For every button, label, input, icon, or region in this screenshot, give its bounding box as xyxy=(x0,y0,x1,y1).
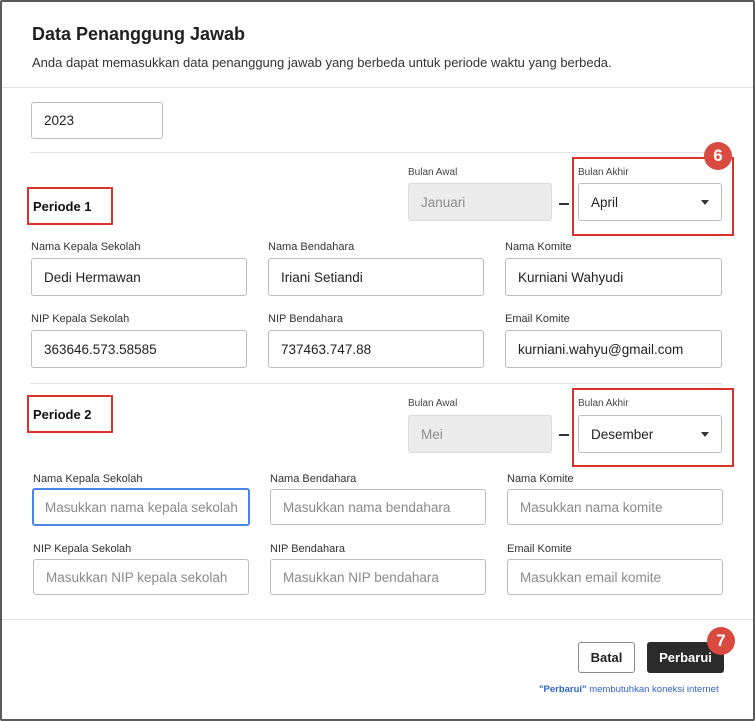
range-dash xyxy=(559,203,569,205)
label-nama-komite: Nama Komite xyxy=(507,473,574,485)
periode-2-nip-kepala-sekolah-input[interactable]: Masukkan NIP kepala sekolah xyxy=(33,559,249,595)
year-input[interactable]: 2023 xyxy=(31,102,163,139)
label-nip-bendahara: NIP Bendahara xyxy=(270,543,346,555)
dialog-header: Data Penanggung Jawab Anda dapat memasuk… xyxy=(2,2,753,88)
label-nama-komite: Nama Komite xyxy=(505,241,572,253)
periode-1-nip-kepala-sekolah-input[interactable]: 363646.573.58585 xyxy=(31,330,247,368)
periode-2-email-komite-input[interactable]: Masukkan email komite xyxy=(507,559,723,595)
caret-down-icon xyxy=(701,200,709,205)
internet-required-note: "Perbarui" membutuhkan koneksi internet xyxy=(539,684,719,695)
bulan-awal-label: Bulan Awal xyxy=(408,167,458,178)
dialog-subtitle: Anda dapat memasukkan data penanggung ja… xyxy=(32,55,612,70)
bulan-awal-label: Bulan Awal xyxy=(408,398,458,409)
divider xyxy=(30,383,722,384)
label-email-komite: Email Komite xyxy=(505,313,570,325)
periode-2-bulan-awal-field: Mei xyxy=(408,415,552,453)
periode-2-bulan-akhir-select[interactable]: Desember xyxy=(578,415,722,453)
periode-2-title: Periode 2 xyxy=(33,407,92,422)
periode-1-nama-komite-input[interactable]: Kurniani Wahyudi xyxy=(505,258,722,296)
note-strong: "Perbarui" xyxy=(539,684,587,695)
label-nama-bendahara: Nama Bendahara xyxy=(268,241,355,253)
label-nip-kepala-sekolah: NIP Kepala Sekolah xyxy=(33,543,132,555)
periode-1-nama-bendahara-input[interactable]: Iriani Setiandi xyxy=(268,258,484,296)
range-dash xyxy=(559,434,569,436)
periode-1-email-komite-input[interactable]: kurniani.wahyu@gmail.com xyxy=(505,330,722,368)
periode-2-nama-komite-input[interactable]: Masukkan nama komite xyxy=(507,489,723,525)
cancel-button[interactable]: Batal xyxy=(578,642,635,673)
select-value: April xyxy=(591,194,619,210)
periode-1-bulan-awal-field: Januari xyxy=(408,183,552,221)
label-email-komite: Email Komite xyxy=(507,543,572,555)
periode-1-bulan-akhir-select[interactable]: April xyxy=(578,183,722,221)
label-nama-kepala-sekolah: Nama Kepala Sekolah xyxy=(31,241,141,253)
label-nama-kepala-sekolah: Nama Kepala Sekolah xyxy=(33,473,143,485)
label-nama-bendahara: Nama Bendahara xyxy=(270,473,357,485)
periode-2-nama-kepala-sekolah-input[interactable]: Masukkan nama kepala sekolah xyxy=(32,488,250,526)
periode-1-nama-kepala-sekolah-input[interactable]: Dedi Hermawan xyxy=(31,258,247,296)
bulan-akhir-label: Bulan Akhir xyxy=(578,398,629,409)
bulan-akhir-label: Bulan Akhir xyxy=(578,167,629,178)
periode-1-nip-bendahara-input[interactable]: 737463.747.88 xyxy=(268,330,484,368)
label-nip-kepala-sekolah: NIP Kepala Sekolah xyxy=(31,313,130,325)
footer-divider xyxy=(2,619,753,620)
step-badge-7: 7 xyxy=(707,627,735,655)
periode-1-title: Periode 1 xyxy=(33,199,92,214)
dialog-title: Data Penanggung Jawab xyxy=(32,24,246,44)
note-rest: membutuhkan koneksi internet xyxy=(586,684,719,695)
label-nip-bendahara: NIP Bendahara xyxy=(268,313,344,325)
caret-down-icon xyxy=(701,432,709,437)
select-value: Desember xyxy=(591,426,654,442)
divider xyxy=(30,152,722,153)
step-badge-6: 6 xyxy=(704,142,732,170)
periode-2-nip-bendahara-input[interactable]: Masukkan NIP bendahara xyxy=(270,559,486,595)
periode-2-nama-bendahara-input[interactable]: Masukkan nama bendahara xyxy=(270,489,486,525)
